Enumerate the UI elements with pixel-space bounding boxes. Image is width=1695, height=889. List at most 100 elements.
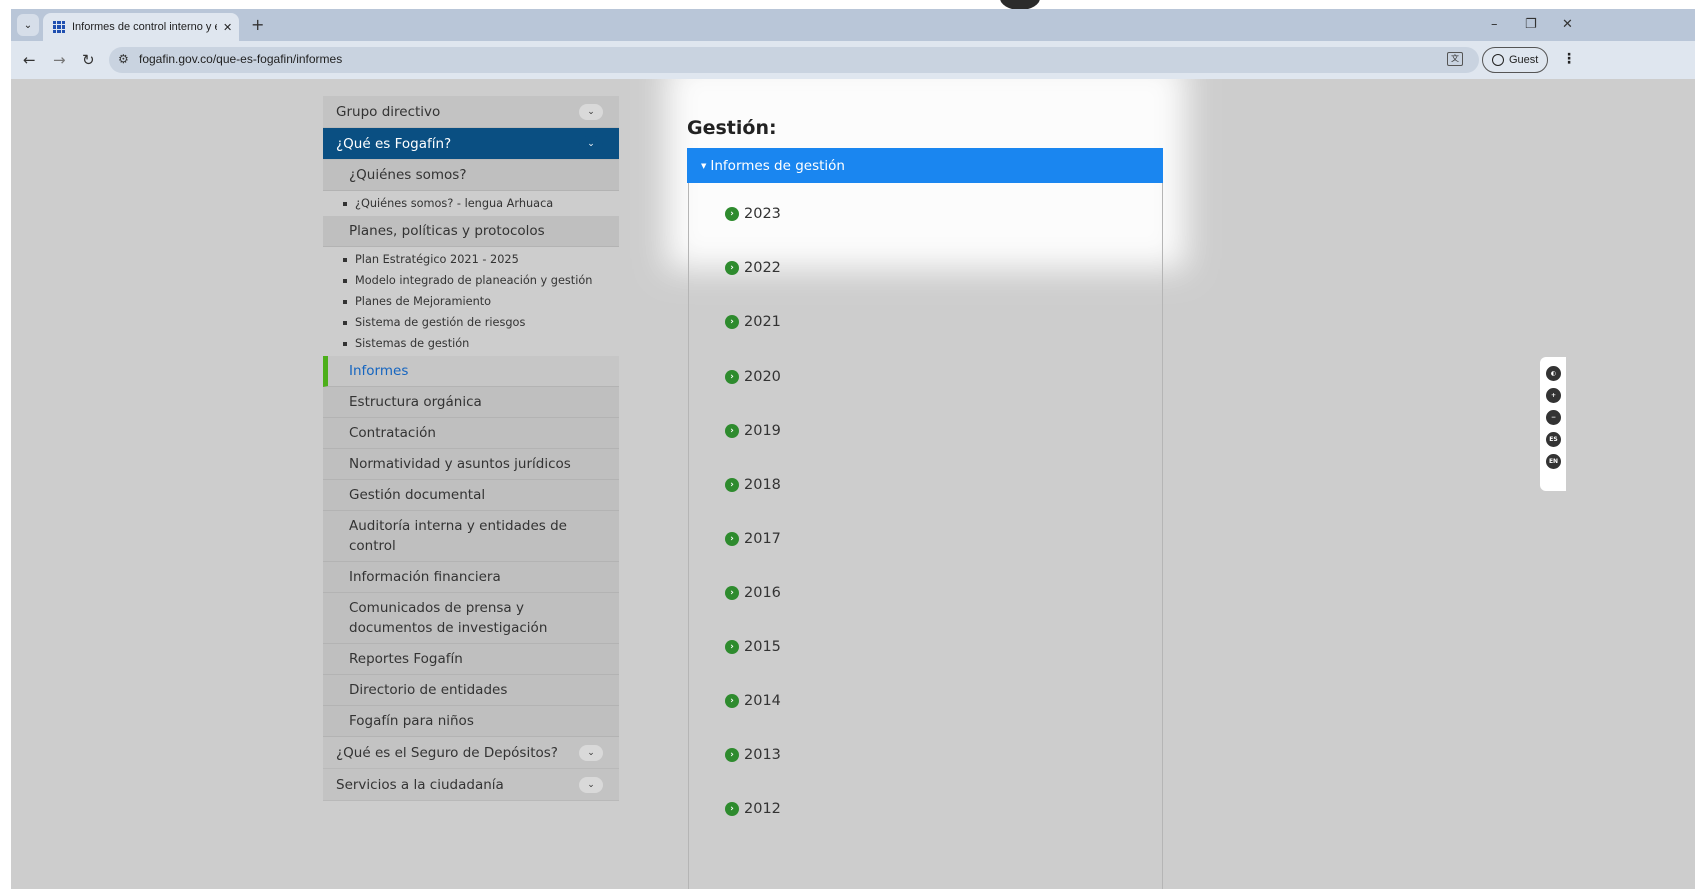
tab-search-button[interactable]: ⌄ [17,14,39,36]
contrast-icon[interactable]: ◐ [1546,366,1561,381]
sidebar-subitem[interactable]: Comunicados de prensa y documentos de in… [323,593,619,644]
year-link[interactable]: › 2012 [725,801,781,817]
accordion-title: Informes de gestión [710,157,845,174]
sidebar-subitem[interactable]: Planes, políticas y protocolos [323,216,619,247]
year-label: 2020 [744,369,781,385]
year-link[interactable]: › 2020 [725,369,781,385]
year-link[interactable]: › 2014 [725,693,781,709]
sidebar-subitem[interactable]: Directorio de entidades [323,675,619,706]
profile-button[interactable]: Guest [1482,47,1548,73]
sidebar-bullet-item[interactable]: Plan Estratégico 2021 - 2025 [343,249,619,270]
browser-menu-icon[interactable]: ⋮ [1562,51,1576,67]
year-link[interactable]: › 2022 [725,260,781,276]
year-link[interactable]: › 2016 [725,585,781,601]
chevron-down-icon[interactable]: ⌄ [579,104,603,120]
sidebar-subitem[interactable]: Estructura orgánica [323,387,619,418]
sidebar-bullet-item[interactable]: Modelo integrado de planeación y gestión [343,270,619,291]
chevron-circle-right-icon: › [725,370,739,384]
browser-toolbar: ← → ↻ ⚙ fogafin.gov.co/que-es-fogafin/in… [11,41,1695,79]
reload-icon[interactable]: ↻ [82,51,95,69]
new-tab-button[interactable]: + [251,15,264,34]
year-link[interactable]: › 2013 [725,747,781,763]
year-link[interactable]: › 2021 [725,314,781,330]
sidebar-bullet-list: Plan Estratégico 2021 - 2025 Modelo inte… [323,247,619,356]
accessibility-toolbar: ◐ + − ES EN [1540,357,1566,491]
chevron-circle-right-icon: › [725,748,739,762]
sidebar-item-grupo-directivo[interactable]: Grupo directivo ⌄ [323,96,619,128]
chevron-circle-right-icon: › [725,315,739,329]
year-label: 2021 [744,314,781,330]
top-strip [0,0,1695,9]
year-link[interactable]: › 2018 [725,477,781,493]
browser-tab[interactable]: Informes de control interno y e ✕ [43,13,239,41]
chevron-down-icon[interactable]: ⌄ [579,136,603,152]
sidebar-item-label: Grupo directivo [336,103,441,120]
year-label: 2023 [744,206,781,222]
sidebar-bullet-item[interactable]: Planes de Mejoramiento [343,291,619,312]
language-es-icon[interactable]: ES [1546,432,1561,447]
sidebar-bullet-item[interactable]: Sistema de gestión de riesgos [343,312,619,333]
chevron-circle-right-icon: › [725,261,739,275]
chevron-circle-right-icon: › [725,478,739,492]
chevron-circle-right-icon: › [725,802,739,816]
sidebar-subitem[interactable]: Normatividad y asuntos jurídicos [323,449,619,480]
chevron-down-icon[interactable]: ⌄ [579,777,603,793]
year-label: 2018 [744,477,781,493]
chevron-circle-right-icon: › [725,694,739,708]
accordion-header[interactable]: ▼ Informes de gestión [687,148,1163,183]
year-link[interactable]: › 2019 [725,423,781,439]
translate-icon[interactable]: 文 [1447,52,1463,66]
year-label: 2012 [744,801,781,817]
sidebar-subitem[interactable]: Contratación [323,418,619,449]
sidebar-bullet-item[interactable]: ¿Quiénes somos? - lengua Arhuaca [343,193,619,214]
chevron-circle-right-icon: › [725,640,739,654]
year-label: 2013 [744,747,781,763]
minimize-button[interactable]: – [1491,17,1498,32]
sidebar-item-informes[interactable]: Informes [323,356,619,387]
sidebar-item-label: Servicios a la ciudadanía [336,776,504,793]
page-title: Gestión: [687,117,777,139]
sidebar-item-seguro-de-depositos[interactable]: ¿Qué es el Seguro de Depósitos? ⌄ [323,737,619,769]
chevron-circle-right-icon: › [725,532,739,546]
year-label: 2022 [744,260,781,276]
year-label: 2017 [744,531,781,547]
sidebar-subitem[interactable]: Gestión documental [323,480,619,511]
caret-down-icon: ▼ [701,161,707,170]
year-link[interactable]: › 2015 [725,639,781,655]
year-label: 2015 [744,639,781,655]
language-en-icon[interactable]: EN [1546,454,1561,469]
profile-label: Guest [1509,54,1539,66]
year-link[interactable]: › 2023 [725,206,781,222]
sidebar-subitem[interactable]: Fogafín para niños [323,706,619,737]
back-arrow-icon[interactable]: ← [23,51,36,69]
accordion-body: › 2023 › 2022 › 2021 › 2020 › 2019 › 2018 › 201… [688,183,1163,889]
year-label: 2016 [744,585,781,601]
url-text: fogafin.gov.co/que-es-fogafin/informes [139,52,343,66]
chevron-down-icon[interactable]: ⌄ [579,745,603,761]
sidebar-subitem[interactable]: Auditoría interna y entidades de control [323,511,619,562]
tab-title: Informes de control interno y e [72,21,217,33]
address-bar[interactable]: ⚙ fogafin.gov.co/que-es-fogafin/informes [109,47,1479,73]
sidebar-subitem[interactable]: Información financiera [323,562,619,593]
zoom-out-icon[interactable]: − [1546,410,1561,425]
year-link[interactable]: › 2017 [725,531,781,547]
restore-button[interactable]: ❐ [1525,17,1537,32]
forward-arrow-icon[interactable]: → [53,51,66,69]
sidebar-item-que-es-fogafin[interactable]: ¿Qué es Fogafín? ⌄ [323,128,619,160]
close-window-button[interactable]: ✕ [1562,17,1573,32]
chevron-circle-right-icon: › [725,424,739,438]
sidebar-bullet-list: ¿Quiénes somos? - lengua Arhuaca [323,191,619,216]
site-settings-icon[interactable]: ⚙ [118,52,129,66]
sidebar-bullet-item[interactable]: Sistemas de gestión [343,333,619,354]
sidebar-subitem[interactable]: ¿Quiénes somos? [323,160,619,191]
sidebar-item-label: ¿Qué es el Seguro de Depósitos? [336,744,558,761]
profile-icon [1492,54,1504,66]
year-label: 2014 [744,693,781,709]
sidebar-item-servicios-ciudadania[interactable]: Servicios a la ciudadanía ⌄ [323,769,619,801]
chevron-circle-right-icon: › [725,207,739,221]
tab-close-icon[interactable]: ✕ [223,21,232,34]
zoom-in-icon[interactable]: + [1546,388,1561,403]
tab-strip: ⌄ Informes de control interno y e ✕ + – … [11,9,1695,41]
site-favicon-icon [53,21,65,33]
sidebar-subitem[interactable]: Reportes Fogafín [323,644,619,675]
